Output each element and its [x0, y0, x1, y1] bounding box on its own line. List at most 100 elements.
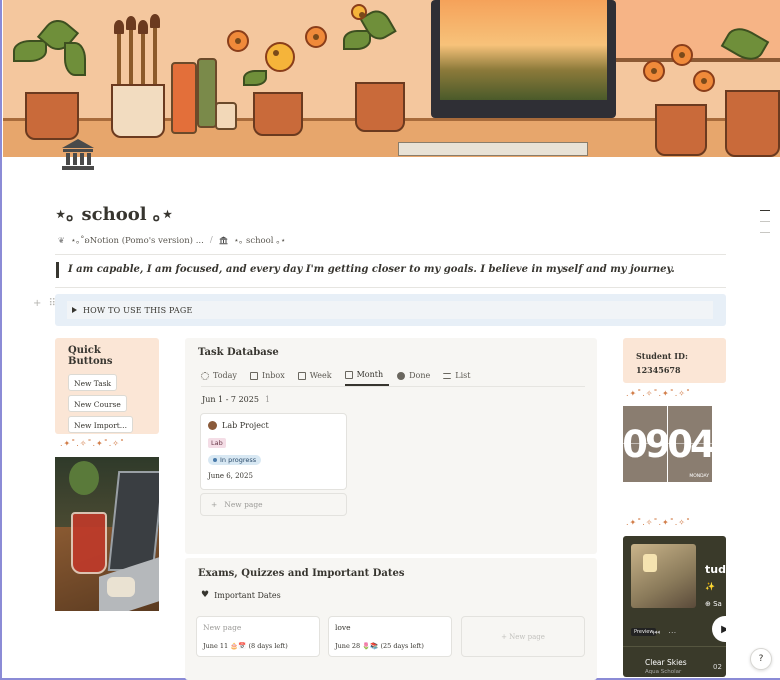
tab-list[interactable]: List: [443, 368, 475, 386]
group-label: Jun 1 - 7 2025: [202, 395, 259, 404]
status-label: In progress: [220, 456, 257, 464]
inbox-icon: [249, 371, 258, 380]
aesthetic-photo: [55, 457, 159, 611]
divider: [55, 254, 726, 255]
plus-circle-icon: ⊕: [705, 600, 714, 608]
task-date: June 6, 2025: [208, 472, 253, 480]
divider: [201, 386, 585, 387]
breadcrumb-separator: /: [209, 235, 213, 245]
new-page-button[interactable]: + New page: [200, 493, 347, 516]
sparkle-divider: .✦˚.✧˚.✦˚.✧˚: [626, 518, 691, 527]
new-task-button[interactable]: New Task: [68, 374, 118, 391]
how-to-callout: HOW TO USE THIS PAGE: [55, 294, 726, 326]
clock-minutes: 04 MONDAY: [667, 406, 716, 482]
group-count: 1: [264, 395, 271, 404]
calendar-icon: [297, 371, 306, 380]
tab-month[interactable]: Month: [344, 368, 390, 386]
new-page-label: New page: [224, 500, 263, 509]
play-button[interactable]: ▶: [712, 616, 726, 642]
exam-card[interactable]: New page June 11 🎂📅 (8 days left): [196, 616, 320, 657]
check-circle-icon: [208, 421, 217, 430]
task-database-title: Task Database: [198, 347, 279, 358]
view-label: Important Dates: [214, 590, 281, 600]
task-tag: Lab: [208, 438, 226, 448]
student-id-label: Student ID:: [636, 351, 688, 361]
song-artist[interactable]: Aqua Scholar: [645, 669, 681, 675]
divider: [55, 287, 726, 288]
plus-icon: +: [501, 632, 510, 641]
toggle-label: HOW TO USE THIS PAGE: [83, 305, 193, 315]
new-page-button[interactable]: + New page: [461, 616, 585, 657]
tab-week[interactable]: Week: [297, 368, 337, 386]
clock-hours: 09: [622, 406, 671, 482]
tab-label: Month: [356, 370, 384, 379]
student-id-value: 12345678: [636, 365, 681, 375]
exam-title: New page: [203, 623, 242, 632]
exam-date: June 28 🌷📚 (25 days left): [335, 642, 424, 650]
view-tab-important-dates[interactable]: ♥ Important Dates: [201, 590, 281, 600]
flip-clock-widget: 09 04 MONDAY: [622, 406, 716, 482]
more-icon[interactable]: ⋯: [668, 628, 676, 638]
new-page-label: New page: [509, 632, 545, 641]
tab-label: Done: [409, 371, 431, 380]
save-button[interactable]: ⊕ Sa: [705, 600, 722, 608]
status-badge: In progress: [208, 455, 262, 465]
tab-label: Week: [309, 371, 332, 380]
clock-day: MONDAY: [689, 474, 709, 479]
plus-icon: +: [211, 500, 218, 509]
hours-value: 09: [622, 422, 670, 466]
save-label: Sa: [713, 600, 722, 608]
exams-database: Exams, Quizzes and Important Dates ♥ Impo…: [185, 558, 597, 680]
playlist-title: tud: [705, 563, 726, 576]
cover-image: [3, 0, 780, 157]
help-button[interactable]: ?: [750, 648, 772, 670]
tab-label: Today: [213, 371, 237, 380]
board-group-header: Jun 1 - 7 2025 1: [202, 395, 270, 404]
previous-icon[interactable]: ⏮: [653, 628, 660, 638]
quick-buttons-title: Quick Buttons: [68, 345, 113, 367]
check-circle-icon: [397, 371, 406, 380]
tab-inbox[interactable]: Inbox: [249, 368, 290, 386]
new-import-button[interactable]: New Import...: [68, 416, 133, 433]
sun-icon: [201, 371, 209, 380]
sparkle-divider: .✦˚.✧˚.✦˚.✧˚: [60, 439, 125, 448]
tab-label: Inbox: [261, 371, 285, 380]
quick-buttons-panel: Quick Buttons New Task New Course New Im…: [55, 338, 159, 434]
bank-icon: [219, 236, 228, 244]
tab-today[interactable]: Today: [201, 368, 242, 386]
bank-icon: [62, 139, 94, 170]
table-of-contents[interactable]: [760, 210, 770, 243]
play-icon: ▶: [721, 623, 726, 635]
album-art: [631, 544, 696, 608]
minutes-value: 04: [667, 422, 715, 466]
page-title: ⋆｡ school ｡⋆: [55, 204, 174, 225]
song-duration: 02: [713, 663, 722, 671]
exam-card[interactable]: love June 28 🌷📚 (25 days left): [328, 616, 452, 657]
new-course-button[interactable]: New Course: [68, 395, 127, 412]
exams-title: Exams, Quizzes and Important Dates: [198, 568, 405, 579]
exam-title: love: [335, 623, 351, 632]
how-to-toggle[interactable]: HOW TO USE THIS PAGE: [67, 301, 713, 319]
task-title: Lab Project: [222, 421, 269, 430]
student-id-card: Student ID: 12345678: [623, 338, 726, 383]
song-title[interactable]: Clear Skies: [645, 658, 687, 667]
tab-label: List: [455, 371, 471, 380]
tab-done[interactable]: Done: [397, 368, 435, 386]
sparkle-divider: .✦˚.✧˚.✦˚.✧˚: [626, 389, 691, 398]
divider: [623, 646, 726, 647]
task-card[interactable]: Lab Project Lab In progress June 6, 2025: [200, 413, 347, 490]
player-controls: ⏮ ⋯: [653, 628, 676, 638]
breadcrumb-item-notion[interactable]: ⋆｡˚ʚNotion (Pomo's version) ...: [71, 234, 204, 246]
task-database: Task Database Today Inbox Week Month Don…: [185, 338, 597, 554]
sparkle-icon: ✨: [705, 582, 715, 591]
list-icon: [443, 372, 452, 379]
breadcrumb: ❦ ⋆｡˚ʚNotion (Pomo's version) ... / ⋆｡ s…: [58, 234, 286, 246]
toggle-arrow-icon[interactable]: [72, 307, 77, 313]
status-dot: [213, 458, 217, 462]
exam-date: June 11 🎂📅 (8 days left): [203, 642, 288, 650]
flower-icon: ❦: [58, 235, 65, 245]
heart-icon: ♥: [201, 590, 210, 600]
calendar-icon: [344, 370, 353, 379]
breadcrumb-item-school[interactable]: ⋆｡ school ｡⋆: [234, 234, 286, 246]
spotify-player: tud ✨ ⊕ Sa Preview ⏮ ⋯ ▶ Clear Skies Aqu…: [623, 536, 726, 677]
